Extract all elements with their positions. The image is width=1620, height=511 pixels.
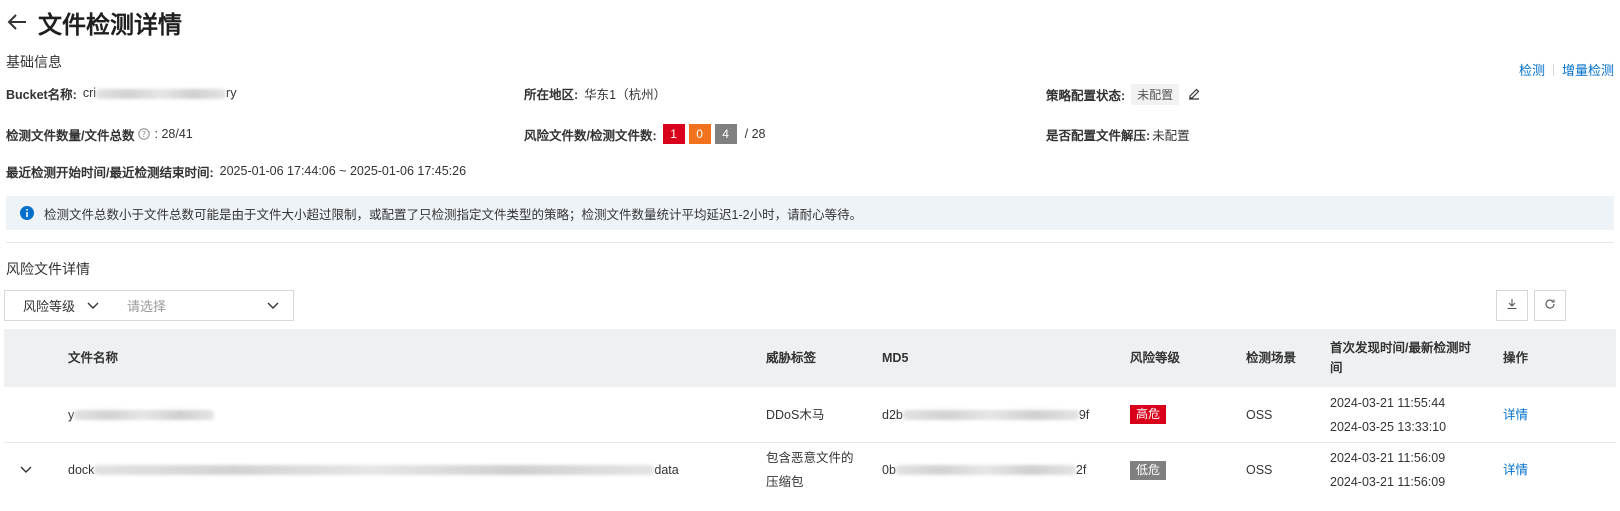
risk-level-badge: 高危 xyxy=(1130,405,1167,424)
risk-level-badge: 低危 xyxy=(1130,460,1167,480)
refresh-icon xyxy=(1544,298,1556,313)
redacted-text xyxy=(902,409,1079,420)
file-name-cell: dock data xyxy=(68,463,679,477)
redacted-text xyxy=(74,409,215,420)
section-divider xyxy=(6,242,1614,243)
risk-level-cell: 高危 xyxy=(1130,387,1167,442)
time-cell: 2024-03-21 11:55:44 2024-03-25 13:33:10 xyxy=(1330,395,1447,434)
decompress-value: 未配置 xyxy=(1152,128,1190,143)
page-title: 文件检测详情 xyxy=(38,11,182,39)
low-risk-count: 4 xyxy=(714,124,737,144)
risk-files-title: 风险文件详情 xyxy=(6,261,90,277)
bucket-label: Bucket名称: xyxy=(6,87,77,102)
detect-scene-cell: OSS xyxy=(1246,463,1273,477)
table-row: y DDoS木马 d2b 9f 高危 OSS 2024-03-21 11:55:4… xyxy=(4,387,1616,443)
md5-cell: 0b 2f xyxy=(882,463,1087,477)
page-header: 文件检测详情 xyxy=(6,4,182,40)
chevron-down-icon xyxy=(20,466,32,474)
file-count-field: 检测文件数量/文件总数 ? : 28/41 xyxy=(6,124,193,144)
link-divider xyxy=(1552,63,1554,76)
decompress-field: 是否配置文件解压: 未配置 xyxy=(1046,124,1190,144)
region-label: 所在地区: xyxy=(524,87,579,102)
bucket-value: cri ry xyxy=(82,86,237,100)
time-cell: 2024-03-21 11:56:09 2024-03-21 11:56:09 xyxy=(1330,451,1446,489)
risk-total: / 28 xyxy=(744,127,766,141)
detect-time-label: 最近检测开始时间/最近检测结束时间: xyxy=(6,165,214,180)
col-risk-level: 风险等级 xyxy=(1130,351,1181,365)
expand-row-button[interactable] xyxy=(20,443,32,497)
detect-link[interactable]: 检测 xyxy=(1519,60,1545,79)
table-row: dock data 包含恶意文件的 压缩包 0b 2f 低危 OSS 2024-03… xyxy=(4,443,1616,497)
policy-label: 策略配置状态: xyxy=(1046,88,1126,103)
detect-time-value: 2025-01-06 17:44:06 ~ 2025-01-06 17:45:2… xyxy=(219,164,467,178)
risk-level-filter: 风险等级 请选择 xyxy=(4,290,294,321)
chevron-down-icon xyxy=(87,302,99,310)
col-action: 操作 xyxy=(1503,351,1529,365)
decompress-label: 是否配置文件解压: xyxy=(1046,128,1151,143)
detect-scene-cell: OSS xyxy=(1246,407,1273,422)
chevron-down-icon xyxy=(267,298,279,313)
redacted-text xyxy=(96,88,227,99)
region-field: 所在地区: 华东1（杭州） xyxy=(524,83,666,103)
threat-tag-cell: 包含恶意文件的 压缩包 xyxy=(766,451,854,489)
region-value: 华东1（杭州） xyxy=(584,87,667,102)
info-banner-text: 检测文件总数小于文件总数可能是由于文件大小超过限制，或配置了只检测指定文件类型的… xyxy=(44,207,863,222)
col-threat-tag: 威胁标签 xyxy=(766,351,817,365)
edit-icon[interactable] xyxy=(1187,87,1201,101)
risk-count-label: 风险文件数/检测文件数: xyxy=(524,128,657,143)
policy-status-tag: 未配置 xyxy=(1131,83,1180,105)
risk-level-cell: 低危 xyxy=(1130,443,1167,497)
help-icon[interactable]: ? xyxy=(138,128,151,140)
back-arrow-icon[interactable] xyxy=(6,10,30,34)
col-md5: MD5 xyxy=(882,351,909,365)
file-count-label: 检测文件数量/文件总数 xyxy=(6,128,135,143)
policy-field: 策略配置状态: 未配置 xyxy=(1046,83,1201,105)
info-icon xyxy=(20,206,34,220)
high-risk-count: 1 xyxy=(662,124,685,144)
download-button[interactable] xyxy=(1496,290,1528,321)
col-file-name: 文件名称 xyxy=(68,351,119,365)
file-count-value: : 28/41 xyxy=(154,127,193,141)
col-detect-scene: 检测场景 xyxy=(1246,351,1297,365)
filter-type-dropdown[interactable]: 风险等级 xyxy=(5,291,111,320)
svg-text:?: ? xyxy=(142,130,146,139)
redacted-text xyxy=(94,465,655,475)
info-banner: 检测文件总数小于文件总数可能是由于文件大小超过限制，或配置了只检测指定文件类型的… xyxy=(6,196,1614,230)
medium-risk-count: 0 xyxy=(688,124,711,144)
detect-time-field: 最近检测开始时间/最近检测结束时间: 2025-01-06 17:44:06 ~… xyxy=(6,161,466,181)
risk-count-field: 风险文件数/检测文件数: 1 0 4 / 28 xyxy=(524,124,766,144)
risk-level-select[interactable]: 请选择 xyxy=(111,291,293,320)
table-header: 文件名称 威胁标签 MD5 风险等级 检测场景 首次发现时间/最新检测时间 操作 xyxy=(4,329,1616,387)
threat-tag-cell: DDoS木马 xyxy=(766,407,825,422)
basic-info-title: 基础信息 xyxy=(6,54,62,70)
col-time: 首次发现时间/最新检测时间 xyxy=(1330,341,1471,375)
detail-link[interactable]: 详情 xyxy=(1503,387,1528,442)
incremental-detect-link[interactable]: 增量检测 xyxy=(1562,60,1614,79)
file-name-cell: y xyxy=(68,387,215,442)
download-icon xyxy=(1506,298,1518,313)
redacted-text xyxy=(895,465,1076,475)
risk-files-table: 文件名称 威胁标签 MD5 风险等级 检测场景 首次发现时间/最新检测时间 操作… xyxy=(4,329,1616,497)
detail-link[interactable]: 详情 xyxy=(1503,443,1528,497)
md5-cell: d2b 9f xyxy=(882,407,1090,422)
top-links: 检测 增量检测 xyxy=(1519,60,1614,79)
bucket-field: Bucket名称: cri ry xyxy=(6,83,236,103)
refresh-button[interactable] xyxy=(1534,290,1566,321)
